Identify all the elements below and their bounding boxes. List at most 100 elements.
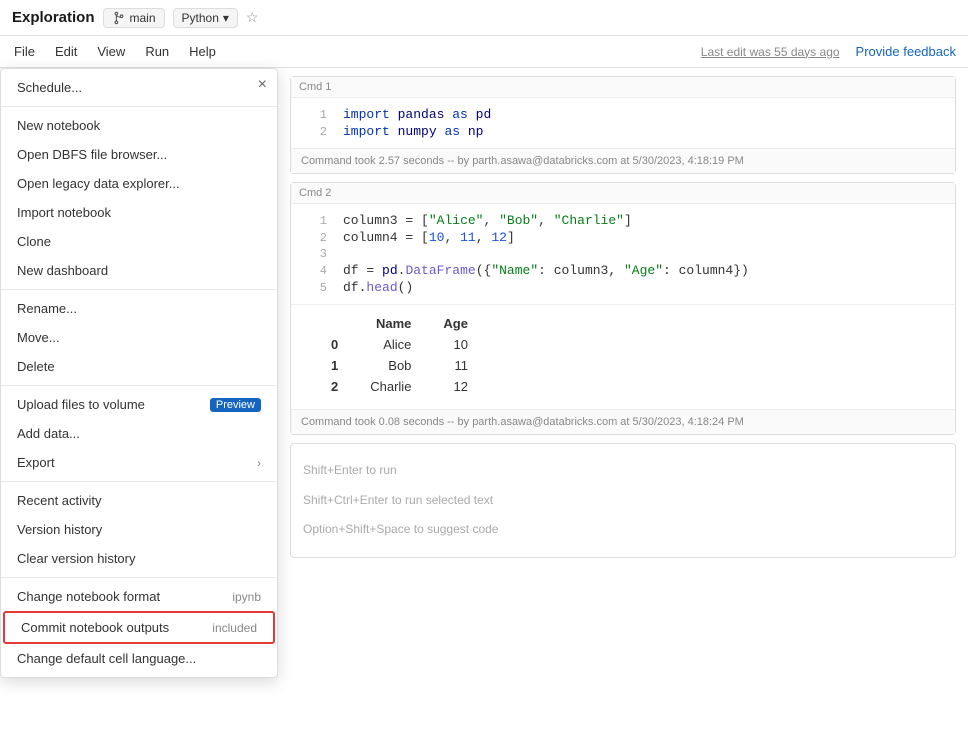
language-label: Python	[182, 11, 219, 25]
menu-item-new-notebook[interactable]: New notebook	[1, 111, 277, 140]
notebook-area: Cmd 1 1 import pandas as pd 2 import num…	[278, 68, 968, 736]
menu-item-schedule[interactable]: Schedule...	[1, 73, 277, 102]
menu-item-open-dbfs[interactable]: Open DBFS file browser...	[1, 140, 277, 169]
menu-edit[interactable]: Edit	[53, 40, 79, 63]
cmd-2-footer: Command took 0.08 seconds -- by parth.as…	[291, 409, 955, 434]
cmd-3-hints: Shift+Enter to run Shift+Ctrl+Enter to r…	[291, 444, 955, 557]
menu-item-rename-label: Rename...	[17, 301, 77, 316]
branch-label: main	[130, 11, 156, 25]
cmd-2-code[interactable]: 1 column3 = ["Alice", "Bob", "Charlie"] …	[291, 204, 955, 304]
table-cell-age-1: 11	[427, 355, 484, 376]
menu-item-new-notebook-label: New notebook	[17, 118, 100, 133]
table-header-age: Age	[427, 313, 484, 334]
menu-item-clear-version-history[interactable]: Clear version history	[1, 544, 277, 573]
menu-item-version-history-label: Version history	[17, 522, 102, 537]
table-row: 0 Alice 10	[315, 334, 484, 355]
menu-item-open-dbfs-label: Open DBFS file browser...	[17, 147, 167, 162]
code-line-3: 1 column3 = ["Alice", "Bob", "Charlie"]	[291, 212, 955, 229]
chevron-right-icon: ›	[257, 456, 261, 470]
divider-1	[1, 106, 277, 107]
code-line-1: 1 import pandas as pd	[291, 106, 955, 123]
menu-item-new-dashboard[interactable]: New dashboard	[1, 256, 277, 285]
branch-icon	[112, 11, 126, 25]
table-cell-index-2: 2	[315, 376, 354, 397]
menu-item-clone-label: Clone	[17, 234, 51, 249]
commit-outputs-suffix: included	[212, 621, 257, 635]
menu-item-new-dashboard-label: New dashboard	[17, 263, 108, 278]
cmd-block-3[interactable]: Shift+Enter to run Shift+Ctrl+Enter to r…	[290, 443, 956, 558]
table-cell-age-0: 10	[427, 334, 484, 355]
hint-2: Shift+Ctrl+Enter to run selected text	[303, 486, 943, 516]
table-header-index	[315, 313, 354, 334]
table-header-name: Name	[354, 313, 427, 334]
table-cell-age-2: 12	[427, 376, 484, 397]
menu-item-rename[interactable]: Rename...	[1, 294, 277, 323]
menu-item-upload-files-label: Upload files to volume	[17, 397, 145, 412]
branch-badge[interactable]: main	[103, 8, 165, 28]
menu-item-version-history[interactable]: Version history	[1, 515, 277, 544]
code-line-6: 4 df = pd.DataFrame({"Name": column3, "A…	[291, 262, 955, 279]
divider-5	[1, 577, 277, 578]
menu-item-schedule-label: Schedule...	[17, 80, 82, 95]
language-badge[interactable]: Python ▾	[173, 8, 238, 28]
code-line-4: 2 column4 = [10, 11, 12]	[291, 229, 955, 246]
output-table: Name Age 0 Alice 10 1 Bob 11	[315, 313, 484, 397]
menu-item-import-notebook-label: Import notebook	[17, 205, 111, 220]
menu-bar: File Edit View Run Help Last edit was 55…	[0, 36, 968, 68]
menu-item-delete-label: Delete	[17, 359, 55, 374]
menu-item-clear-version-history-label: Clear version history	[17, 551, 136, 566]
menu-item-add-data[interactable]: Add data...	[1, 419, 277, 448]
notebook-format-suffix: ipynb	[232, 590, 261, 604]
cmd-2-output: Name Age 0 Alice 10 1 Bob 11	[291, 304, 955, 409]
divider-3	[1, 385, 277, 386]
table-row: 1 Bob 11	[315, 355, 484, 376]
menu-item-upload-files[interactable]: Upload files to volume Preview	[1, 390, 277, 419]
star-icon[interactable]: ☆	[246, 9, 259, 26]
menu-item-clone[interactable]: Clone	[1, 227, 277, 256]
table-cell-name-1: Bob	[354, 355, 427, 376]
menu-item-export[interactable]: Export ›	[1, 448, 277, 477]
table-cell-name-2: Charlie	[354, 376, 427, 397]
provide-feedback-link[interactable]: Provide feedback	[856, 44, 956, 59]
divider-2	[1, 289, 277, 290]
menu-item-commit-notebook-outputs[interactable]: Commit notebook outputs included	[3, 611, 275, 644]
menu-item-change-notebook-format-label: Change notebook format	[17, 589, 160, 604]
menu-run[interactable]: Run	[143, 40, 171, 63]
divider-4	[1, 481, 277, 482]
cmd-2-label: Cmd 2	[291, 183, 955, 204]
menu-help[interactable]: Help	[187, 40, 218, 63]
cmd-block-2: Cmd 2 1 column3 = ["Alice", "Bob", "Char…	[290, 182, 956, 435]
menu-item-move-label: Move...	[17, 330, 60, 345]
last-edit-label: Last edit was 55 days ago	[701, 45, 840, 59]
menu-item-recent-activity[interactable]: Recent activity	[1, 486, 277, 515]
cmd-1-label: Cmd 1	[291, 77, 955, 98]
menu-item-open-legacy[interactable]: Open legacy data explorer...	[1, 169, 277, 198]
hint-3: Option+Shift+Space to suggest code	[303, 515, 943, 545]
hint-1: Shift+Enter to run	[303, 456, 943, 486]
cmd-1-code[interactable]: 1 import pandas as pd 2 import numpy as …	[291, 98, 955, 148]
cmd-1-footer: Command took 2.57 seconds -- by parth.as…	[291, 148, 955, 173]
menu-item-change-default-cell-language-label: Change default cell language...	[17, 651, 196, 666]
menu-item-move[interactable]: Move...	[1, 323, 277, 352]
code-line-5: 3	[291, 246, 955, 262]
main-layout: × Schedule... New notebook Open DBFS fil…	[0, 68, 968, 736]
code-line-2: 2 import numpy as np	[291, 123, 955, 140]
preview-badge: Preview	[210, 398, 261, 412]
table-cell-index-0: 0	[315, 334, 354, 355]
menu-item-open-legacy-label: Open legacy data explorer...	[17, 176, 180, 191]
menu-item-change-notebook-format[interactable]: Change notebook format ipynb	[1, 582, 277, 611]
language-chevron: ▾	[223, 11, 229, 25]
table-cell-name-0: Alice	[354, 334, 427, 355]
menu-item-delete[interactable]: Delete	[1, 352, 277, 381]
menu-item-commit-notebook-outputs-label: Commit notebook outputs	[21, 620, 169, 635]
menu-view[interactable]: View	[95, 40, 127, 63]
title-bar: Exploration main Python ▾ ☆	[0, 0, 968, 36]
table-cell-index-1: 1	[315, 355, 354, 376]
menu-item-recent-activity-label: Recent activity	[17, 493, 102, 508]
code-line-7: 5 df.head()	[291, 279, 955, 296]
menu-item-change-default-cell-language[interactable]: Change default cell language...	[1, 644, 277, 673]
menu-file[interactable]: File	[12, 40, 37, 63]
menu-item-import-notebook[interactable]: Import notebook	[1, 198, 277, 227]
menu-item-add-data-label: Add data...	[17, 426, 80, 441]
file-dropdown-menu: × Schedule... New notebook Open DBFS fil…	[0, 68, 278, 678]
